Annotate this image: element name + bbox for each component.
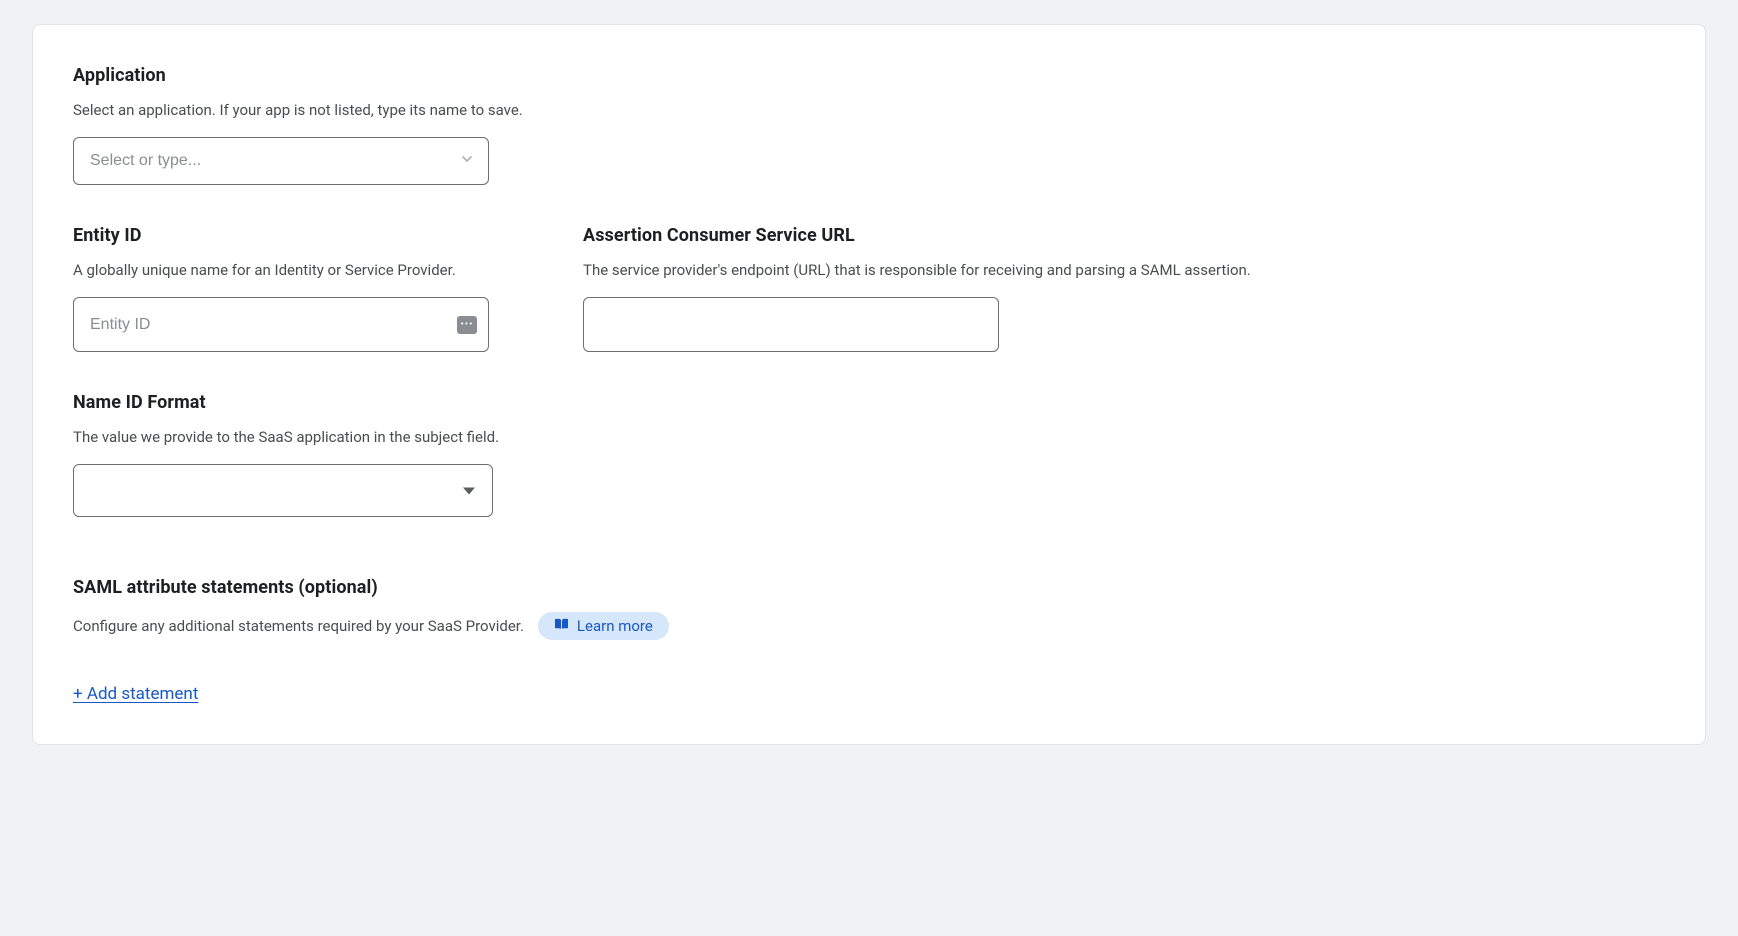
saml-attributes-heading: SAML attribute statements (optional) bbox=[73, 577, 1665, 598]
acs-url-input[interactable] bbox=[583, 297, 999, 352]
config-card: Application Select an application. If yo… bbox=[32, 24, 1706, 745]
learn-more-label: Learn more bbox=[577, 617, 653, 635]
acs-url-description: The service provider's endpoint (URL) th… bbox=[583, 260, 1665, 281]
saml-attributes-description: Configure any additional statements requ… bbox=[73, 616, 524, 637]
saml-attributes-desc-row: Configure any additional statements requ… bbox=[73, 612, 1665, 640]
name-id-format-section: Name ID Format The value we provide to t… bbox=[73, 392, 1665, 517]
application-heading: Application bbox=[73, 65, 1665, 86]
acs-url-input-wrap bbox=[583, 297, 999, 352]
entity-id-heading: Entity ID bbox=[73, 225, 543, 246]
name-id-format-select-wrap bbox=[73, 464, 493, 517]
saml-attributes-section: SAML attribute statements (optional) Con… bbox=[73, 577, 1665, 704]
application-input[interactable] bbox=[73, 137, 489, 185]
id-url-row: Entity ID A globally unique name for an … bbox=[73, 225, 1665, 352]
application-description: Select an application. If your app is no… bbox=[73, 100, 1665, 121]
acs-url-heading: Assertion Consumer Service URL bbox=[583, 225, 1665, 246]
learn-more-link[interactable]: Learn more bbox=[538, 612, 669, 640]
entity-id-section: Entity ID A globally unique name for an … bbox=[73, 225, 543, 352]
entity-id-input[interactable] bbox=[73, 297, 489, 352]
name-id-format-heading: Name ID Format bbox=[73, 392, 1665, 413]
password-suggestion-icon: ••• bbox=[457, 316, 477, 334]
name-id-format-description: The value we provide to the SaaS applica… bbox=[73, 427, 1665, 448]
acs-url-section: Assertion Consumer Service URL The servi… bbox=[583, 225, 1665, 352]
add-statement-button[interactable]: + Add statement bbox=[73, 684, 198, 704]
book-icon bbox=[554, 617, 569, 635]
entity-id-input-wrap: ••• bbox=[73, 297, 489, 352]
entity-id-description: A globally unique name for an Identity o… bbox=[73, 260, 543, 281]
application-combobox[interactable] bbox=[73, 137, 489, 185]
name-id-format-select[interactable] bbox=[73, 464, 493, 517]
application-section: Application Select an application. If yo… bbox=[73, 65, 1665, 185]
